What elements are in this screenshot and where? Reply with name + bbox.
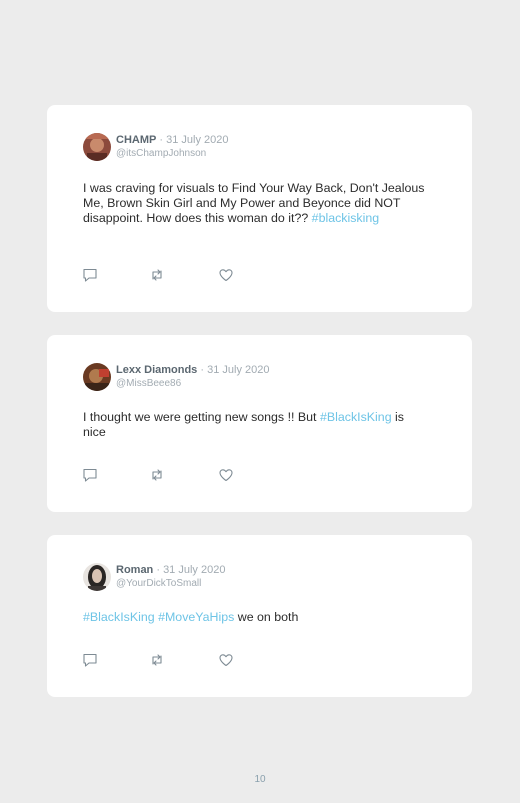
avatar[interactable] [83, 363, 111, 391]
tweet-date: · 31 July 2020 [200, 364, 270, 376]
author-name[interactable]: Roman [116, 564, 153, 576]
retweet-icon[interactable] [149, 267, 165, 283]
hashtag-link[interactable]: #BlackIsKing [83, 610, 155, 624]
retweet-icon[interactable] [149, 467, 165, 483]
reply-icon[interactable] [82, 652, 98, 668]
author-handle[interactable]: @YourDickToSmall [116, 577, 225, 590]
tweet-header: Lexx Diamonds · 31 July 2020 @MissBeee86 [116, 364, 269, 390]
page-number: 10 [254, 774, 266, 785]
hashtag-link[interactable]: #blackisking [312, 211, 380, 225]
author-handle[interactable]: @itsChampJohnson [116, 147, 229, 160]
avatar[interactable] [83, 563, 111, 591]
tweet-actions [82, 467, 252, 483]
tweet-card: CHAMP · 31 July 2020 @itsChampJohnson I … [47, 105, 472, 312]
hashtag-link[interactable]: #BlackIsKing [320, 410, 392, 424]
like-icon[interactable] [218, 467, 234, 483]
tweet-text: I thought we were getting new songs !! B… [83, 410, 428, 440]
author-name[interactable]: Lexx Diamonds [116, 364, 197, 376]
reply-icon[interactable] [82, 467, 98, 483]
hashtag-link[interactable]: #MoveYaHips [158, 610, 234, 624]
reply-icon[interactable] [82, 267, 98, 283]
tweet-text-part: I thought we were getting new songs !! B… [83, 410, 320, 424]
author-name[interactable]: CHAMP [116, 134, 156, 146]
tweet-actions [82, 652, 252, 668]
tweet-actions [82, 267, 252, 283]
like-icon[interactable] [218, 267, 234, 283]
tweet-text: #BlackIsKing #MoveYaHips we on both [83, 610, 428, 625]
tweet-text: I was craving for visuals to Find Your W… [83, 181, 428, 226]
author-handle[interactable]: @MissBeee86 [116, 377, 269, 390]
retweet-icon[interactable] [149, 652, 165, 668]
tweet-text-part: we on both [234, 610, 299, 624]
tweet-card: Roman · 31 July 2020 @YourDickToSmall #B… [47, 535, 472, 697]
avatar[interactable] [83, 133, 111, 161]
like-icon[interactable] [218, 652, 234, 668]
tweet-date: · 31 July 2020 [159, 134, 229, 146]
tweet-header: CHAMP · 31 July 2020 @itsChampJohnson [116, 134, 229, 160]
tweet-card: Lexx Diamonds · 31 July 2020 @MissBeee86… [47, 335, 472, 512]
tweet-date: · 31 July 2020 [156, 564, 226, 576]
tweet-header: Roman · 31 July 2020 @YourDickToSmall [116, 564, 225, 590]
